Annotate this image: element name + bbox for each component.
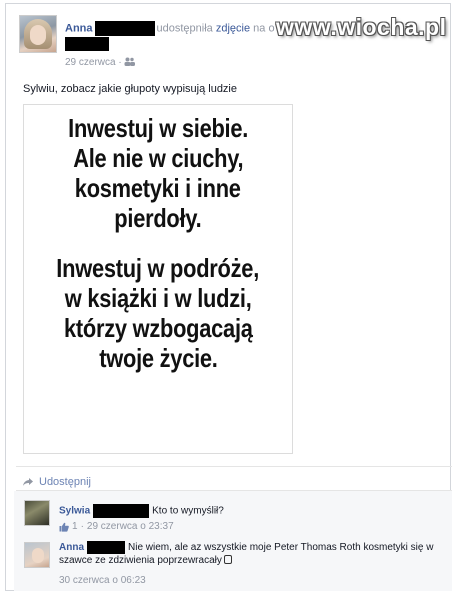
share-button[interactable]: Udostępnij xyxy=(22,476,91,488)
comment-text: Kto to wymyślił? xyxy=(152,505,224,517)
comment-date[interactable]: 30 czerwca o 06:23 xyxy=(59,575,146,586)
commenter-avatar[interactable] xyxy=(24,500,50,526)
post-header: Anna udostępniła zdjęcie na o xyxy=(65,21,275,36)
author-avatar[interactable] xyxy=(19,15,57,53)
redaction-bar xyxy=(87,541,125,554)
photo-text-line: Ale nie w ciuchy, xyxy=(72,143,244,173)
post-meta: 29 czerwca · xyxy=(65,57,136,68)
photo-text-line: w książki i w ludzi, xyxy=(64,283,252,313)
share-label: Udostępnij xyxy=(39,476,91,488)
divider xyxy=(16,466,452,467)
photo-text-line: pierdoły. xyxy=(114,203,202,233)
facebook-post: Anna udostępniła zdjęcie na o 29 czerwca … xyxy=(5,3,452,591)
photo-text-line: Inwestuj w siebie. xyxy=(68,113,248,143)
photo-link[interactable]: zdjęcie xyxy=(216,22,250,34)
redaction-bar xyxy=(65,37,109,51)
thumbs-up-icon[interactable] xyxy=(59,522,69,532)
commenter-avatar[interactable] xyxy=(24,542,50,568)
comments-section: Sylwia Kto to wymyślił? 1 · 29 czerwca o … xyxy=(14,491,452,591)
comment-meta: 1 · 29 czerwca o 23:37 xyxy=(59,521,174,532)
comment-author[interactable]: Anna xyxy=(59,542,84,553)
like-count[interactable]: 1 xyxy=(72,521,78,532)
comment-date[interactable]: 29 czerwca o 23:37 xyxy=(87,521,174,532)
watermark: www.wiocha.pl xyxy=(276,14,447,40)
photo-text-line: twoje życie. xyxy=(98,343,218,373)
comment-body: Sylwia Kto to wymyślił? xyxy=(59,504,224,518)
emoticon-icon xyxy=(223,555,232,565)
comment-body: Anna Nie wiem, ale az wszystkie moje Pete… xyxy=(59,541,439,567)
photo-text-line: kosmetyki i inne xyxy=(75,173,241,203)
post-caption: Sylwiu, zobacz jakie głupoty wypisują lu… xyxy=(23,83,237,95)
photo-text-line: którzy wzbogacają xyxy=(63,313,253,343)
comment-author[interactable]: Sylwia xyxy=(59,506,90,517)
photo-text-line: Inwestuj w podróże, xyxy=(56,253,260,283)
redaction-bar xyxy=(94,21,155,36)
author-name[interactable]: Anna xyxy=(65,22,93,34)
on-text: na o xyxy=(253,22,275,35)
action-text: udostępniła xyxy=(156,22,213,35)
post-date[interactable]: 29 czerwca xyxy=(65,57,116,68)
redaction-bar xyxy=(93,504,150,518)
post-photo[interactable]: Inwestuj w siebie. Ale nie w ciuchy, kos… xyxy=(23,104,293,454)
friends-icon[interactable] xyxy=(124,57,136,66)
share-arrow-icon xyxy=(23,478,33,486)
comment-meta: 30 czerwca o 06:23 xyxy=(59,575,146,586)
